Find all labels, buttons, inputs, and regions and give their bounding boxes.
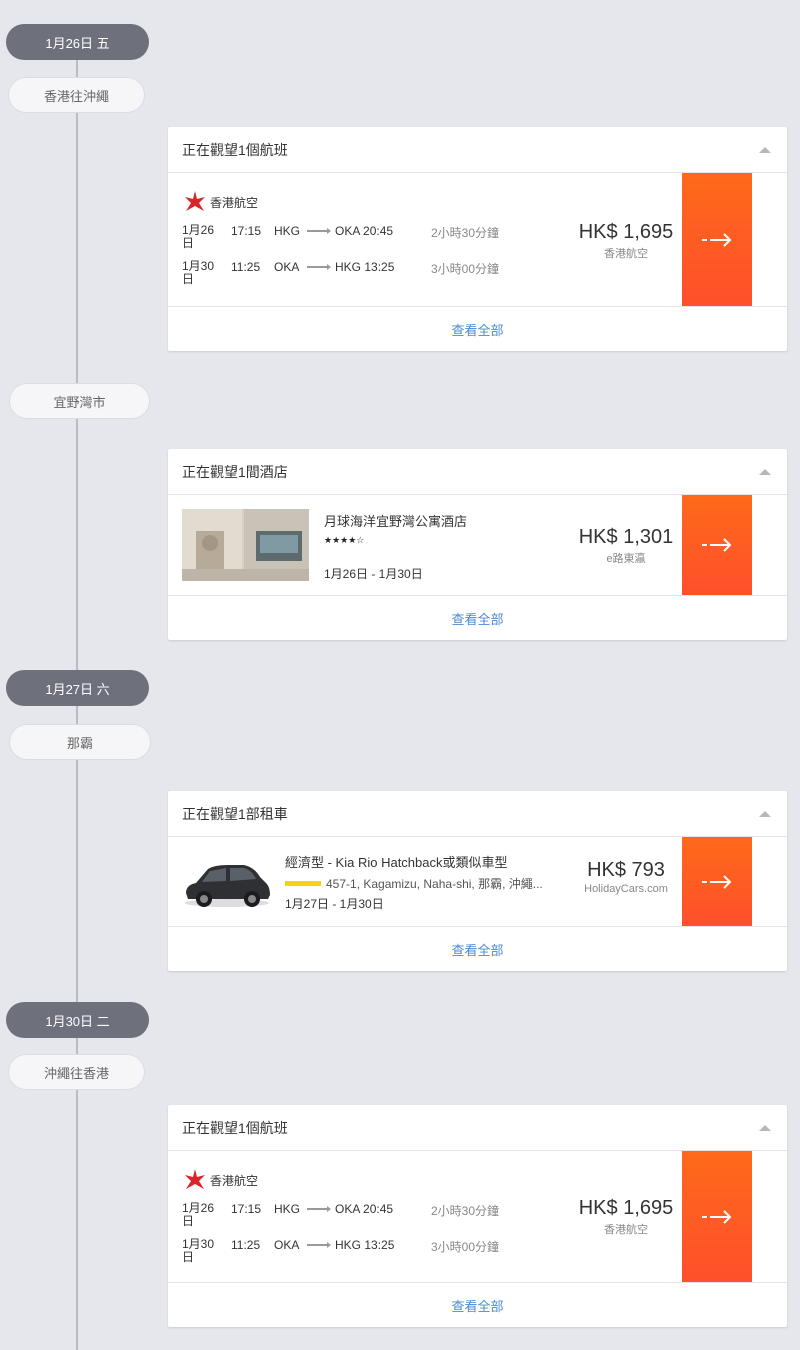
collapse-caret-icon[interactable] xyxy=(759,1124,771,1131)
place-pill-okinawa-to-hk[interactable]: 沖繩往香港 xyxy=(8,1054,145,1090)
hotel-dates: 1月26日 - 1月30日 xyxy=(324,567,423,581)
car-pickup-address: 457-1, Kagamizu, Naha-shi, 那霸, 沖繩... xyxy=(285,875,543,892)
go-to-deal-button[interactable] xyxy=(682,173,752,306)
price-box: HK$ 1,695 香港航空 xyxy=(571,221,681,261)
card-title: 正在觀望1間酒店 xyxy=(182,463,288,480)
view-all-link[interactable]: 查看全部 xyxy=(168,596,787,640)
arrow-right-icon xyxy=(702,874,732,889)
leg-dest: HKG 13:25 xyxy=(335,260,395,274)
card-header[interactable]: 正在觀望1個航班 xyxy=(168,1105,787,1151)
flight-leg: 1月26日 17:15 HKG OKA 20:45 2小時30分鐘 xyxy=(182,1202,582,1232)
hotel-name[interactable]: 月球海洋宜野灣公寓酒店 xyxy=(324,511,467,530)
route-arrow-icon xyxy=(307,264,331,270)
route-arrow-icon xyxy=(307,1242,331,1248)
card-title: 正在觀望1個航班 xyxy=(182,1119,288,1136)
leg-date: 1月30日 xyxy=(182,1237,215,1264)
flight-card: 正在觀望1個航班 香港航空 1月26日 17:15 HKG OKA 20:45 … xyxy=(168,1105,787,1327)
leg-origin: HKG xyxy=(274,224,301,238)
price: HK$ 1,301 xyxy=(578,526,674,548)
collapse-caret-icon[interactable] xyxy=(759,810,771,817)
leg-dest: OKA 20:45 xyxy=(335,224,394,238)
price-provider: 香港航空 xyxy=(604,1224,648,1236)
arrow-right-icon xyxy=(702,232,732,247)
date-pill-jan27: 1月27日 六 xyxy=(6,670,149,706)
flight-leg: 1月26日 17:15 HKG OKA 20:45 2小時30分鐘 xyxy=(182,224,582,254)
supplier-logo-icon xyxy=(285,881,321,886)
price: HK$ 1,695 xyxy=(578,221,674,243)
flight-leg: 1月30日 11:25 OKA HKG 13:25 3小時00分鐘 xyxy=(182,260,582,290)
card-header[interactable]: 正在觀望1部租車 xyxy=(168,791,787,837)
route-arrow-icon xyxy=(307,1206,331,1212)
place-pill-ginowan[interactable]: 宜野灣市 xyxy=(9,383,150,419)
airline-name: 香港航空 xyxy=(210,1173,259,1188)
car-row[interactable]: 經濟型 - Kia Rio Hatchback或類似車型 457-1, Kaga… xyxy=(168,837,787,927)
car-dates: 1月27日 - 1月30日 xyxy=(285,897,384,911)
airline-info: 香港航空 xyxy=(182,1167,258,1193)
flight-row[interactable]: 香港航空 1月26日 17:15 HKG OKA 20:45 2小時30分鐘 1… xyxy=(168,173,787,307)
price: HK$ 793 xyxy=(587,859,665,881)
airline-logo-icon xyxy=(185,1169,205,1189)
hotel-photo xyxy=(182,509,309,581)
leg-duration: 3小時00分鐘 xyxy=(431,262,500,276)
collapse-caret-icon[interactable] xyxy=(759,146,771,153)
leg-dep-time: 11:25 xyxy=(231,1238,261,1252)
arrow-right-icon xyxy=(702,1209,732,1224)
flight-leg: 1月30日 11:25 OKA HKG 13:25 3小時00分鐘 xyxy=(182,1238,582,1268)
price-provider: e路東瀛 xyxy=(606,553,646,565)
airline-name: 香港航空 xyxy=(210,195,259,210)
hotel-star-rating: ★★★★☆ xyxy=(324,535,365,545)
flight-row[interactable]: 香港航空 1月26日 17:15 HKG OKA 20:45 2小時30分鐘 1… xyxy=(168,1151,787,1283)
go-to-deal-button[interactable] xyxy=(682,1151,752,1282)
leg-dep-time: 11:25 xyxy=(231,260,261,274)
place-pill-hk-to-okinawa[interactable]: 香港往沖繩 xyxy=(8,77,145,113)
date-pill-jan30: 1月30日 二 xyxy=(6,1002,149,1038)
view-all-link[interactable]: 查看全部 xyxy=(168,927,787,971)
leg-dest: OKA 20:45 xyxy=(335,1202,394,1216)
card-header[interactable]: 正在觀望1個航班 xyxy=(168,127,787,173)
hotel-row[interactable]: 月球海洋宜野灣公寓酒店 ★★★★☆ 1月26日 - 1月30日 HK$ 1,30… xyxy=(168,495,787,596)
price: HK$ 1,695 xyxy=(578,1197,674,1219)
go-to-deal-button[interactable] xyxy=(682,837,752,926)
date-pill-jan26: 1月26日 五 xyxy=(6,24,149,60)
price-box: HK$ 793 HolidayCars.com xyxy=(571,859,681,895)
price-provider: 香港航空 xyxy=(604,248,648,260)
airline-info: 香港航空 xyxy=(182,189,258,215)
leg-date: 1月30日 xyxy=(182,259,215,286)
place-pill-naha[interactable]: 那霸 xyxy=(9,724,151,760)
leg-origin: OKA xyxy=(274,1238,300,1252)
leg-origin: OKA xyxy=(274,260,300,274)
route-arrow-icon xyxy=(307,228,331,234)
leg-origin: HKG xyxy=(274,1202,301,1216)
car-rental-card: 正在觀望1部租車 經濟型 - Kia Rio Hatchback或類似車型 45… xyxy=(168,791,787,971)
go-to-deal-button[interactable] xyxy=(682,495,752,595)
price-box: HK$ 1,301 e路東瀛 xyxy=(571,526,681,566)
leg-dest: HKG 13:25 xyxy=(335,1238,395,1252)
leg-duration: 3小時00分鐘 xyxy=(431,1240,500,1254)
view-all-link[interactable]: 查看全部 xyxy=(168,1283,787,1327)
leg-date: 1月26日 xyxy=(182,223,215,250)
card-title: 正在觀望1個航班 xyxy=(182,141,288,158)
leg-dep-time: 17:15 xyxy=(231,224,262,238)
card-header[interactable]: 正在觀望1間酒店 xyxy=(168,449,787,495)
hotel-card: 正在觀望1間酒店 月球海洋宜野灣公寓酒店 ★★★★☆ 1月26日 - 1月30日… xyxy=(168,449,787,640)
price-provider: HolidayCars.com xyxy=(584,883,668,895)
car-image xyxy=(185,865,270,907)
view-all-link[interactable]: 查看全部 xyxy=(168,307,787,351)
arrow-right-icon xyxy=(702,538,732,552)
card-title: 正在觀望1部租車 xyxy=(182,805,288,822)
price-box: HK$ 1,695 香港航空 xyxy=(571,1197,681,1237)
leg-duration: 2小時30分鐘 xyxy=(431,1204,500,1218)
leg-duration: 2小時30分鐘 xyxy=(431,226,500,240)
leg-dep-time: 17:15 xyxy=(231,1202,262,1216)
leg-date: 1月26日 xyxy=(182,1201,215,1228)
collapse-caret-icon[interactable] xyxy=(759,468,771,475)
car-model[interactable]: 經濟型 - Kia Rio Hatchback或類似車型 xyxy=(285,852,508,871)
flight-card: 正在觀望1個航班 香港航空 1月26日 17:15 HKG OKA 20:45 … xyxy=(168,127,787,351)
airline-logo-icon xyxy=(185,191,205,211)
